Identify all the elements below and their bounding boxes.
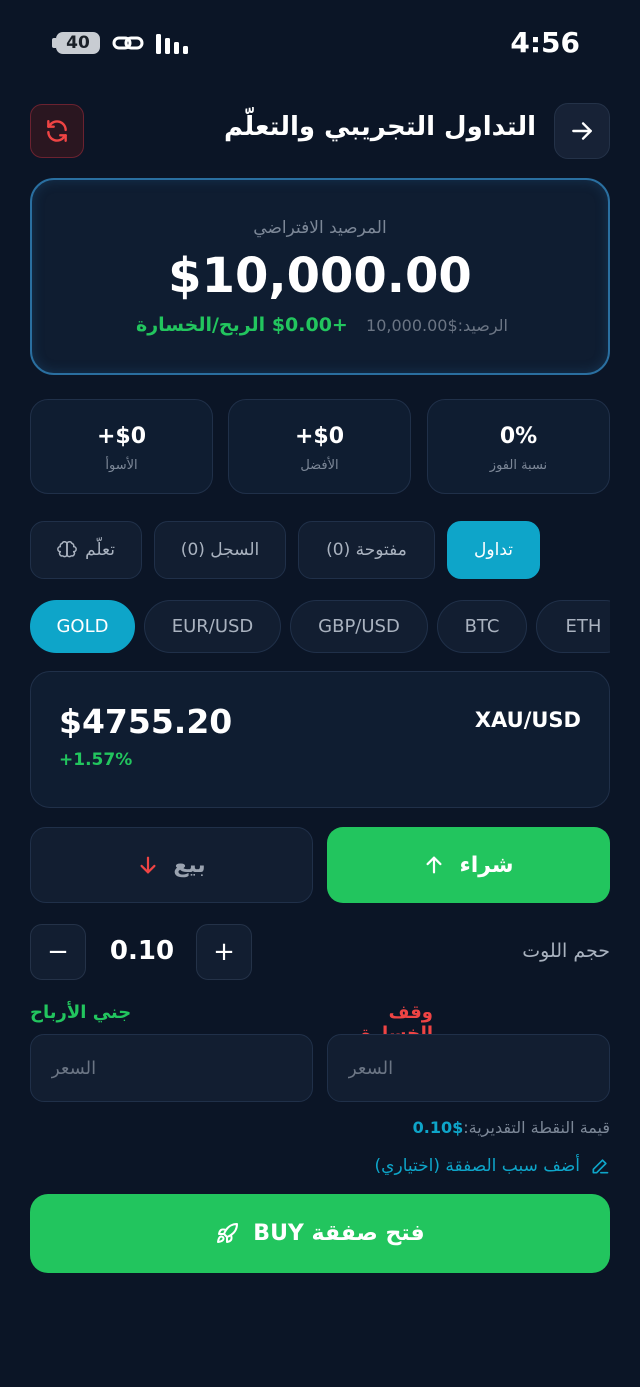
tab-learn[interactable]: تعلّم <box>30 521 142 579</box>
stat-label: نسبة الفوز <box>489 458 548 473</box>
brain-icon <box>57 541 77 558</box>
plus-icon: + <box>213 937 235 967</box>
lot-increase-button[interactable]: + <box>196 924 252 980</box>
pencil-icon <box>592 1159 609 1174</box>
lot-decrease-button[interactable]: − <box>30 924 86 980</box>
clock: 4:56 <box>510 26 580 59</box>
price-value: $4755.20 <box>59 702 233 741</box>
tab-trade[interactable]: تداول <box>447 521 540 579</box>
buy-button[interactable]: شراء <box>327 827 610 903</box>
asset-pill-gbpusd[interactable]: GBP/USD <box>290 600 428 653</box>
lot-size-label: حجم اللوت <box>522 940 610 962</box>
asset-label: GOLD <box>56 616 109 637</box>
buy-label: شراء <box>459 852 514 878</box>
stat-card-worst: +$0 الأسوأ <box>30 399 213 494</box>
stop-loss-input[interactable] <box>327 1034 610 1102</box>
balance-label: المرصيد الافتراضي <box>253 218 387 238</box>
asset-label: BTC <box>464 616 500 637</box>
refresh-button[interactable] <box>30 104 84 158</box>
symbol-label: XAU/USD <box>474 708 581 732</box>
stat-card-win-rate: 0% نسبة الفوز <box>427 399 610 494</box>
stat-value: +$0 <box>294 424 345 449</box>
sell-button[interactable]: بيع <box>30 827 313 903</box>
asset-label: GBP/USD <box>318 616 400 637</box>
point-value: قيمة النقطة التقديرية:$0.10 <box>330 1118 610 1137</box>
page-title: التداول التجريبي والتعلّم <box>223 112 536 142</box>
tab-open[interactable]: مفتوحة (0) <box>298 521 435 579</box>
asset-selector: GOLD EUR/USD GBP/USD BTC ETH <box>30 600 610 654</box>
asset-label: ETH <box>565 616 602 637</box>
point-value-label: قيمة النقطة التقديرية: <box>463 1118 610 1137</box>
lot-value[interactable]: 0.10 <box>96 936 188 966</box>
tab-label: تداول <box>474 540 513 560</box>
stat-value: 0% <box>499 424 538 449</box>
refresh-icon <box>47 120 67 142</box>
open-trade-button[interactable]: فتح صفقة BUY <box>30 1194 610 1273</box>
stat-label: الأسوأ <box>105 458 138 473</box>
price-card: $4755.20 +1.57% XAU/USD <box>30 671 610 808</box>
point-value-amount: $0.10 <box>412 1118 464 1137</box>
asset-label: EUR/USD <box>171 616 254 637</box>
add-reason-label: أضف سبب الصفقة (اختياري) <box>374 1156 580 1176</box>
stat-card-best: +$0 الأفضل <box>228 399 411 494</box>
asset-pill-eurusd[interactable]: EUR/USD <box>144 600 281 653</box>
rocket-icon <box>217 1222 239 1243</box>
arrow-right-icon <box>572 122 592 140</box>
pnl-value: +$0.00 الربح/الخسارة <box>136 314 348 336</box>
balance-sub: الرصيد:$10,000.00 <box>366 316 508 335</box>
status-bar: 40 4:56 <box>0 0 640 90</box>
asset-pill-btc[interactable]: BTC <box>437 600 527 653</box>
back-button[interactable] <box>554 103 610 159</box>
minus-icon: − <box>47 937 69 967</box>
asset-pill-gold[interactable]: GOLD <box>30 600 135 653</box>
asset-pill-eth[interactable]: ETH <box>536 600 610 653</box>
take-profit-input[interactable] <box>30 1034 313 1102</box>
tab-history[interactable]: السجل (0) <box>154 521 286 579</box>
balance-card: المرصيد الافتراضي $10,000.00 +$0.00 الرب… <box>30 178 610 375</box>
tab-label: السجل (0) <box>180 540 260 560</box>
arrow-down-icon <box>140 856 156 874</box>
price-change: +1.57% <box>59 750 133 770</box>
arrow-up-icon <box>426 856 442 874</box>
tab-label: تعلّم <box>85 540 115 560</box>
link-icon <box>112 36 144 50</box>
take-profit-label: جني الأرباح <box>30 1002 132 1023</box>
balance-value: $10,000.00 <box>168 248 472 304</box>
add-reason-link[interactable]: أضف سبب الصفقة (اختياري) <box>300 1156 610 1176</box>
battery-indicator: 40 <box>56 32 100 54</box>
tab-label: مفتوحة (0) <box>326 540 407 560</box>
stat-value: +$0 <box>96 424 147 449</box>
sell-label: بيع <box>173 852 206 878</box>
signal-icon <box>156 34 188 54</box>
stat-label: الأفضل <box>300 458 339 473</box>
open-trade-label: فتح صفقة BUY <box>253 1221 425 1246</box>
